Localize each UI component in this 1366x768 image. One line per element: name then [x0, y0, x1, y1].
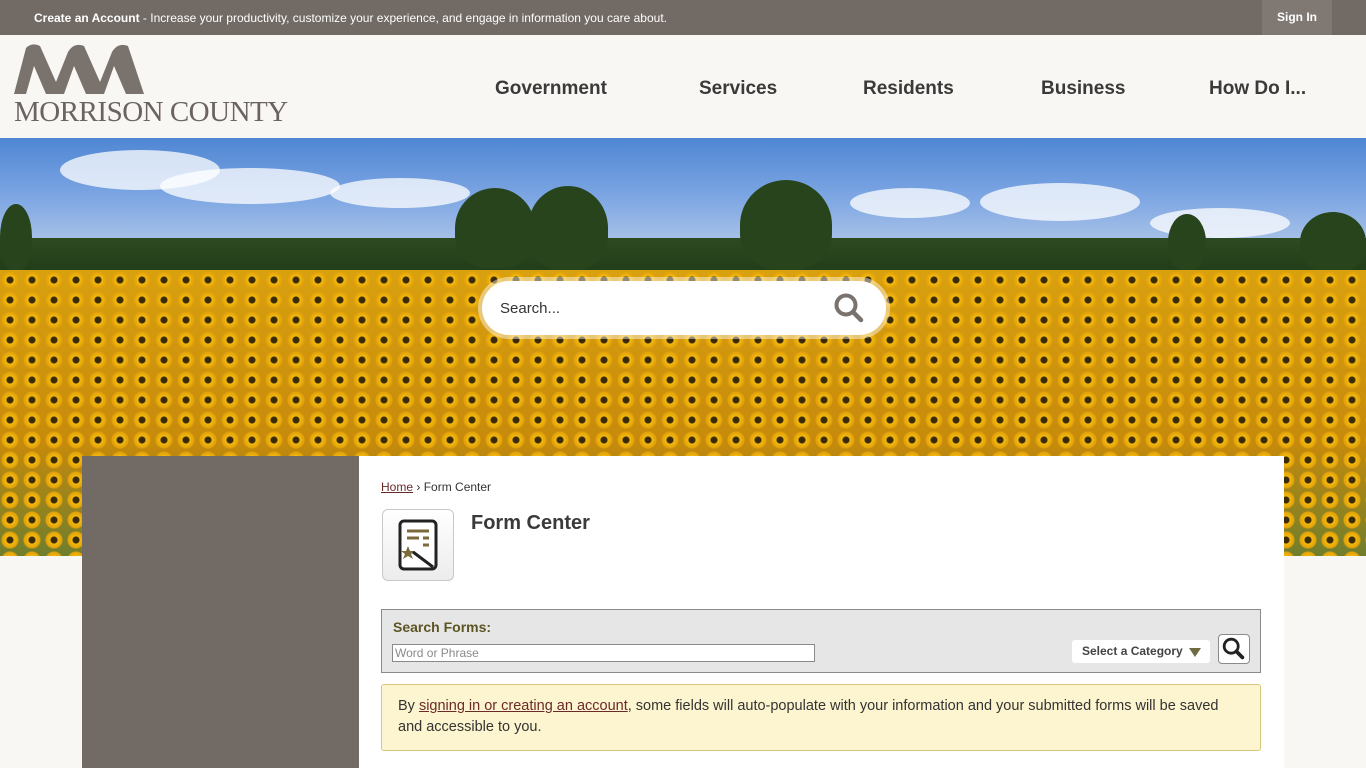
hero-tree	[528, 186, 608, 270]
chevron-down-icon	[1189, 648, 1201, 657]
breadcrumb: Home › Form Center	[381, 480, 491, 494]
hero-cloud	[160, 168, 340, 204]
page-title: Form Center	[471, 512, 590, 534]
category-select-label: Select a Category	[1082, 644, 1183, 658]
form-center-icon	[382, 509, 454, 581]
create-account-link[interactable]: Create an Account	[34, 11, 140, 25]
breadcrumb-separator: ›	[416, 480, 421, 494]
breadcrumb-home-link[interactable]: Home	[381, 480, 413, 494]
sign-in-button[interactable]: Sign In	[1262, 0, 1332, 35]
nav-services[interactable]: Services	[699, 78, 777, 100]
notice-sign-in-link[interactable]: signing in or creating an account	[419, 698, 628, 714]
hero-cloud	[980, 183, 1140, 221]
hero-tree	[0, 204, 32, 270]
logo-mark-icon	[14, 44, 144, 94]
hero-tree	[1300, 212, 1366, 272]
site-header: MORRISON COUNTY Government Services Resi…	[0, 35, 1366, 138]
hero-tree	[1168, 214, 1206, 270]
county-logo[interactable]: MORRISON COUNTY	[14, 42, 304, 128]
nav-government[interactable]: Government	[495, 78, 607, 100]
notice-text-before: By	[398, 698, 419, 714]
nav-how-do-i[interactable]: How Do I...	[1209, 78, 1306, 100]
category-select[interactable]: Select a Category	[1072, 640, 1210, 663]
hero-tree	[740, 180, 832, 270]
main-content: Home › Form Center Form Center Search Fo…	[359, 456, 1284, 768]
nav-business[interactable]: Business	[1041, 78, 1125, 100]
left-sidebar	[82, 456, 359, 768]
hero-cloud	[330, 178, 470, 208]
search-icon[interactable]	[832, 291, 866, 325]
search-forms-button[interactable]	[1218, 634, 1250, 664]
account-message-text: - Increase your productivity, customize …	[139, 11, 667, 25]
search-forms-label: Search Forms:	[393, 619, 492, 635]
search-forms-input[interactable]	[392, 644, 815, 662]
account-message[interactable]: Create an Account - Increase your produc…	[34, 11, 667, 25]
site-search	[482, 281, 886, 335]
logo-text: MORRISON COUNTY	[14, 96, 288, 128]
sign-in-notice: By signing in or creating an account, so…	[381, 684, 1261, 751]
breadcrumb-current: Form Center	[423, 480, 492, 494]
search-forms-panel: Search Forms: Select a Category	[381, 609, 1261, 673]
hero-cloud	[850, 188, 970, 218]
hero-tree	[455, 188, 535, 268]
site-search-input[interactable]	[500, 297, 820, 319]
nav-residents[interactable]: Residents	[863, 78, 954, 100]
top-bar: Create an Account - Increase your produc…	[0, 0, 1366, 35]
search-icon	[1222, 637, 1245, 660]
